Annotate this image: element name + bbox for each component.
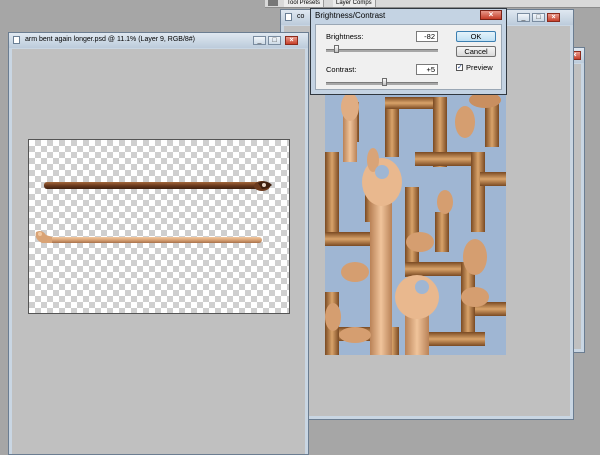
document-icon xyxy=(285,13,292,21)
collage-image xyxy=(325,92,506,355)
preview-checkbox[interactable]: ✓ xyxy=(456,64,463,71)
ok-button[interactable]: OK xyxy=(456,31,496,42)
brightness-contrast-dialog[interactable]: Brightness/Contrast × Brightness: Contra… xyxy=(310,8,507,95)
collage-close-button[interactable]: × xyxy=(547,13,560,22)
dialog-title: Brightness/Contrast xyxy=(315,11,386,20)
dialog-body: Brightness: Contrast: OK Cancel ✓ Previe… xyxy=(315,24,502,90)
dialog-close-button[interactable]: × xyxy=(480,10,502,20)
dark-arm xyxy=(44,181,272,191)
arm-maximize-button[interactable]: □ xyxy=(268,36,281,45)
arm-window-title: arm bent again longer.psd @ 11.1% (Layer… xyxy=(25,36,196,43)
preview-label: Preview xyxy=(466,63,493,72)
cancel-button[interactable]: Cancel xyxy=(456,46,496,57)
brightness-label: Brightness: xyxy=(326,32,364,41)
collage-maximize-button[interactable]: □ xyxy=(532,13,545,22)
contrast-input[interactable] xyxy=(416,64,438,75)
palette-icon[interactable] xyxy=(268,0,278,6)
arm-close-button[interactable]: × xyxy=(285,36,298,45)
tab-layer-comps[interactable]: Layer Comps xyxy=(333,0,376,7)
light-arm xyxy=(35,231,262,243)
arm-window-titlebar[interactable]: arm bent again longer.psd @ 11.1% (Layer… xyxy=(9,33,308,48)
collage-window-title: co xyxy=(297,13,305,20)
document-icon xyxy=(13,36,20,44)
arm-artwork xyxy=(35,181,272,243)
contrast-label: Contrast: xyxy=(326,65,357,74)
tab-tool-presets[interactable]: Tool Presets xyxy=(284,0,325,7)
brightness-slider-track[interactable] xyxy=(326,49,438,52)
arm-minimize-button[interactable]: _ xyxy=(253,36,266,45)
check-icon: ✓ xyxy=(457,64,463,71)
brightness-slider-thumb[interactable] xyxy=(333,45,339,53)
collage-minimize-button[interactable]: _ xyxy=(517,13,530,22)
brightness-input[interactable] xyxy=(416,31,438,42)
contrast-slider-thumb[interactable] xyxy=(381,78,387,86)
